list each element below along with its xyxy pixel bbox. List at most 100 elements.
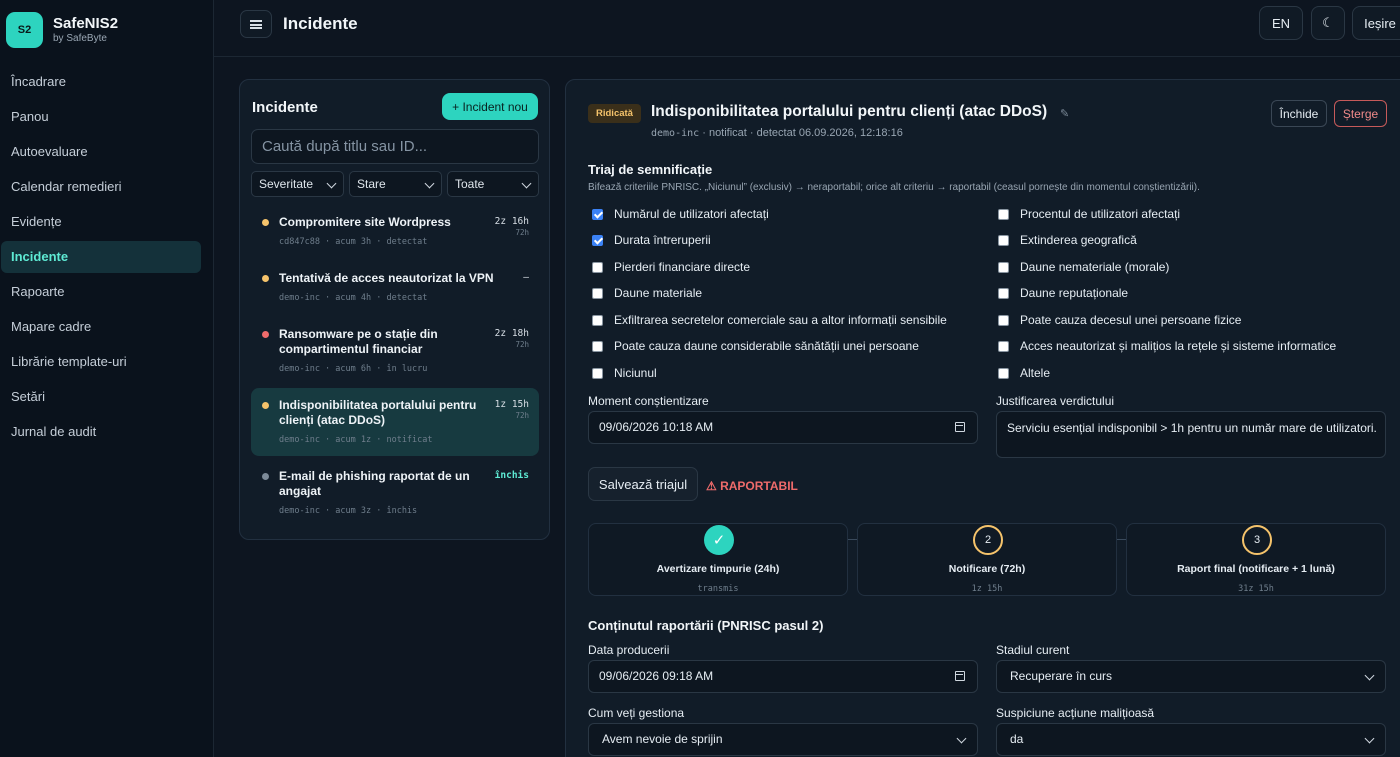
incident-time: 1z 15h <box>494 399 529 410</box>
occurrence-label: Data producerii <box>588 643 670 657</box>
criterion-checkbox[interactable]: Pierderi financiare directe <box>592 260 750 274</box>
hamburger-icon <box>250 19 262 29</box>
status-dot-icon <box>262 219 269 226</box>
criterion-checkbox[interactable]: Durata întreruperii <box>592 233 711 247</box>
step-notification[interactable]: 2 Notificare (72h) 1z 15h <box>857 523 1117 596</box>
checkbox-icon[interactable] <box>998 234 1009 246</box>
checkbox-icon[interactable] <box>998 208 1009 220</box>
checkbox-checked-icon[interactable] <box>592 208 603 220</box>
checkbox-icon[interactable] <box>998 314 1009 326</box>
criterion-label: Daune reputaționale <box>1020 286 1129 300</box>
criterion-label: Numărul de utilizatori afectați <box>614 207 769 221</box>
sidebar-item-rapoarte[interactable]: Rapoarte <box>1 276 201 308</box>
step-number: 3 <box>1242 525 1272 555</box>
criterion-checkbox[interactable]: Poate cauza daune considerabile sănătăți… <box>592 339 919 353</box>
list-title: Incidente <box>252 99 318 116</box>
brand[interactable]: S2 SafeNIS2 by SafeByte <box>6 12 118 48</box>
incident-title: Tentativă de acces neautorizat la VPN <box>279 271 494 285</box>
calendar-icon[interactable] <box>955 671 965 681</box>
checkbox-icon[interactable] <box>998 261 1009 273</box>
checkbox-icon[interactable] <box>592 287 603 299</box>
incident-item-selected[interactable]: Indisponibilitatea portalului pentru cli… <box>251 388 539 456</box>
incident-item[interactable]: Compromitere site Wordpress cd847c88 · a… <box>251 206 539 256</box>
justification-textarea[interactable]: Serviciu esențial indisponibil > 1h pent… <box>996 411 1386 458</box>
brand-name: SafeNIS2 <box>53 15 119 32</box>
incident-title: Ransomware pe o stație din compartimentu… <box>279 327 438 356</box>
chevron-down-icon <box>1364 670 1375 681</box>
search-input[interactable]: Caută după titlu sau ID... <box>251 129 539 164</box>
criterion-checkbox[interactable]: Daune reputaționale <box>998 286 1128 300</box>
occurrence-datetime-input[interactable]: 09/06/2026 09:18 AM <box>588 660 978 693</box>
severity-select-label: Severitate <box>259 177 314 191</box>
checkbox-icon[interactable] <box>592 367 603 379</box>
incident-detail-meta: demo-inc · notificat · detectat 06.09.20… <box>651 127 903 139</box>
checkbox-icon[interactable] <box>592 340 603 352</box>
chevron-down-icon <box>326 178 337 189</box>
sidebar-item-incadrare[interactable]: Încadrare <box>1 66 201 98</box>
handle-value: Avem nevoie de sprijin <box>602 732 723 746</box>
criterion-checkbox[interactable]: Exfiltrarea secretelor comerciale sau a … <box>592 313 947 327</box>
criterion-checkbox[interactable]: Extinderea geografică <box>998 233 1137 247</box>
step-status: 1z 15h <box>971 584 1003 594</box>
edit-pencil-icon[interactable]: ✎ <box>1060 107 1069 120</box>
handle-label: Cum veți gestiona <box>588 706 685 720</box>
sidebar-item-evidente[interactable]: Evidențe <box>1 206 201 238</box>
severity-select[interactable]: Severitate <box>251 171 344 197</box>
step-early-warning[interactable]: ✓ Avertizare timpurie (24h) transmis <box>588 523 848 596</box>
malicious-label: Suspiciune acțiune malițioasă <box>996 706 1155 720</box>
sidebar-item-calendar-remedieri[interactable]: Calendar remedieri <box>1 171 201 203</box>
criterion-label: Exfiltrarea secretelor comerciale sau a … <box>614 313 947 327</box>
criterion-checkbox[interactable]: Numărul de utilizatori afectați <box>592 207 769 221</box>
criterion-checkbox[interactable]: Altele <box>998 366 1050 380</box>
sidebar: S2 SafeNIS2 by SafeByte Încadrare Panou … <box>0 0 214 757</box>
criterion-checkbox[interactable]: Daune nemateriale (morale) <box>998 260 1169 274</box>
severity-badge: Ridicată <box>588 104 641 123</box>
language-button[interactable]: EN <box>1259 6 1303 40</box>
criterion-checkbox[interactable]: Acces neautorizat și malițios la rețele … <box>998 339 1336 353</box>
chevron-down-icon <box>424 178 435 189</box>
incident-item[interactable]: Ransomware pe o stație din compartimentu… <box>251 318 539 378</box>
sidebar-item-jurnal-audit[interactable]: Jurnal de audit <box>1 416 201 448</box>
awareness-datetime-input[interactable]: 09/06/2026 10:18 AM <box>588 411 978 444</box>
incident-list-panel: Incidente + Incident nou Caută după titl… <box>239 79 550 540</box>
criterion-label: Poate cauza decesul unei persoane fizice <box>1020 313 1242 327</box>
logout-button[interactable]: Ieșire <box>1352 6 1400 40</box>
calendar-icon[interactable] <box>955 422 965 432</box>
incident-item[interactable]: E-mail de phishing raportat de un angaja… <box>251 460 539 522</box>
sidebar-item-panou[interactable]: Panou <box>1 101 201 133</box>
checkbox-icon[interactable] <box>592 314 603 326</box>
sidebar-item-incidente[interactable]: Incidente <box>1 241 201 273</box>
sidebar-item-autoevaluare[interactable]: Autoevaluare <box>1 136 201 168</box>
close-incident-button[interactable]: Închide <box>1271 100 1327 127</box>
malicious-select[interactable]: da <box>996 723 1386 756</box>
new-incident-button[interactable]: + Incident nou <box>442 93 538 120</box>
criterion-checkbox[interactable]: Poate cauza decesul unei persoane fizice <box>998 313 1241 327</box>
criterion-checkbox[interactable]: Daune materiale <box>592 286 702 300</box>
delete-incident-button[interactable]: Șterge <box>1334 100 1387 127</box>
criterion-checkbox[interactable]: Niciunul <box>592 366 657 380</box>
brand-subtitle: by SafeByte <box>53 33 107 44</box>
checkbox-checked-icon[interactable] <box>592 234 603 246</box>
handle-select[interactable]: Avem nevoie de sprijin <box>588 723 978 756</box>
criterion-checkbox[interactable]: Procentul de utilizatori afectați <box>998 207 1180 221</box>
incident-deadline: 72h <box>515 340 529 349</box>
type-select[interactable]: Toate <box>447 171 539 197</box>
status-select[interactable]: Stare <box>349 171 442 197</box>
stage-select[interactable]: Recuperare în curs <box>996 660 1386 693</box>
menu-toggle-button[interactable] <box>240 10 272 38</box>
sidebar-item-mapare-cadre[interactable]: Mapare cadre <box>1 311 201 343</box>
theme-toggle-icon[interactable]: ☾ <box>1311 6 1345 40</box>
sidebar-item-setari[interactable]: Setări <box>1 381 201 413</box>
checkbox-icon[interactable] <box>592 261 603 273</box>
checkbox-icon[interactable] <box>998 340 1009 352</box>
awareness-value: 09/06/2026 10:18 AM <box>599 420 714 434</box>
checkbox-icon[interactable] <box>998 287 1009 299</box>
criterion-label: Acces neautorizat și malițios la rețele … <box>1020 339 1337 353</box>
stage-value: Recuperare în curs <box>1010 669 1113 683</box>
incident-title: E-mail de phishing raportat de un angaja… <box>279 469 470 498</box>
incident-item[interactable]: Tentativă de acces neautorizat la VPN de… <box>251 262 539 312</box>
save-triage-button[interactable]: Salvează triajul <box>588 467 698 501</box>
checkbox-icon[interactable] <box>998 367 1009 379</box>
step-final-report[interactable]: 3 Raport final (notificare + 1 lună) 31z… <box>1126 523 1386 596</box>
sidebar-item-librarie-template[interactable]: Librărie template-uri <box>1 346 201 378</box>
